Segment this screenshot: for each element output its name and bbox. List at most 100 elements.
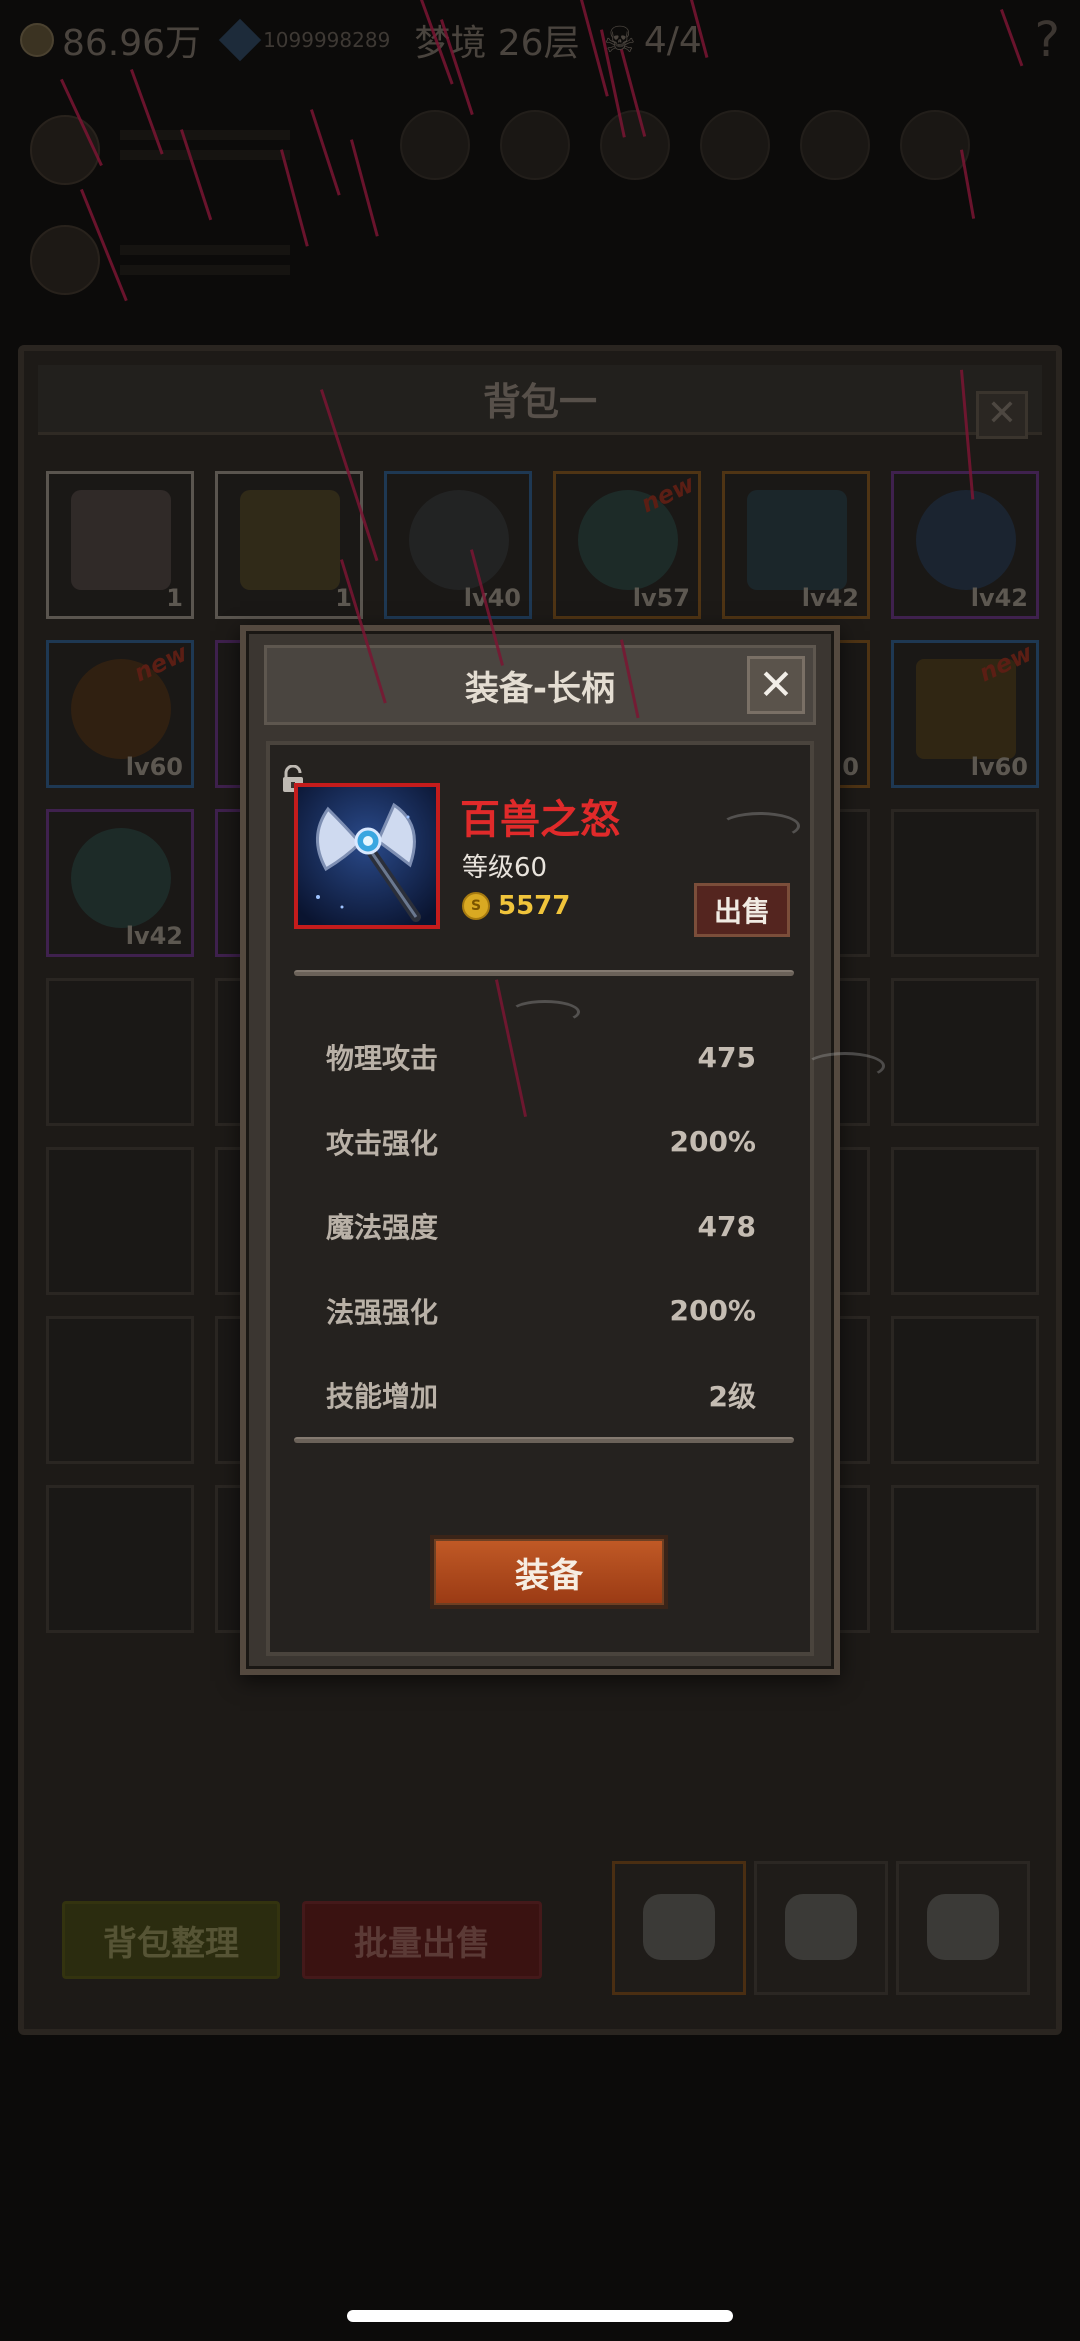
bulk-sell-button[interactable]: 批量出售 [302,1901,542,1979]
backpack-close-button[interactable]: ✕ [976,391,1028,439]
stat-row: 技能增加 2级 [326,1353,756,1438]
rain-streak [350,139,379,237]
item-name: 百兽之怒 [460,797,620,843]
beer-mug-icon [240,490,340,590]
hp-bar [120,130,290,140]
backpack-title: 背包一 [482,380,597,424]
skill-slot[interactable] [800,110,870,180]
stat-label: 法强强化 [326,1295,439,1329]
skill-slot[interactable] [700,110,770,180]
stat-row: 攻击强化 200% [326,1100,756,1185]
rain-streak [310,109,341,196]
stat-label: 魔法强度 [326,1211,439,1245]
stat-value: 200% [669,1125,756,1159]
skill-slot[interactable] [600,110,670,180]
inventory-slot[interactable] [46,1485,194,1633]
inventory-slot[interactable] [891,978,1039,1126]
inventory-slot[interactable] [891,809,1039,957]
top-status-bar: 86.96万 1099998289 梦境 26层 ☠ 4/4 ? [0,0,1080,80]
skill-slot[interactable] [500,110,570,180]
inventory-slot[interactable] [891,1485,1039,1633]
inventory-slot[interactable] [891,1316,1039,1464]
skill-bar [400,110,970,180]
skull-value: 4/4 [643,19,702,61]
stat-row: 物理攻击 475 [326,1015,756,1100]
helmet-icon [409,490,509,590]
companion-mp-bar [120,265,290,275]
rain-streak [130,68,164,155]
inventory-slot[interactable] [46,1147,194,1295]
hero-avatar[interactable] [30,115,100,185]
dialog-body: 百兽之怒 等级60 S 5577 出售 物理攻击 475 攻击强化 200% 魔法强度 4… [266,741,814,1656]
stat-row: 法强强化 200% [326,1269,756,1354]
inventory-slot[interactable]: lv40 [384,471,532,619]
slot-label: 1 [166,584,183,612]
price-value: 5577 [498,891,571,921]
inventory-slot[interactable]: new lv57 [553,471,701,619]
stat-value: 475 [697,1040,756,1074]
slot-label: 0 [842,753,859,781]
stat-label: 攻击强化 [326,1126,439,1160]
skill-slot[interactable] [900,110,970,180]
item-level: 等级60 [462,853,548,883]
backpack-tab-1[interactable] [612,1861,746,1995]
player-id-value: 1099998289 [263,28,391,52]
slot-label: lv42 [970,584,1028,612]
inventory-slot[interactable]: 1 [215,471,363,619]
inventory-slot[interactable] [46,1316,194,1464]
backpack-icon [785,1894,857,1960]
inventory-slot[interactable]: lv42 [722,471,870,619]
sell-button[interactable]: 出售 [694,883,790,937]
wind-swirl [720,812,800,840]
companion-avatar[interactable] [30,225,100,295]
sort-backpack-button[interactable]: 背包整理 [62,1901,280,1979]
inventory-slot[interactable]: lv42 [891,471,1039,619]
slot-label: lv40 [463,584,521,612]
help-button[interactable]: ? [1035,12,1060,68]
home-indicator[interactable] [347,2310,733,2322]
net-orb-icon [71,828,171,928]
stat-label: 技能增加 [326,1380,439,1414]
mp-bar [120,150,290,160]
stat-value: 478 [697,1209,756,1243]
stat-value: 2级 [708,1380,756,1414]
realm-level-value: 梦境 26层 [414,23,580,64]
battle-axe-icon [298,787,436,925]
companion-hp-bar [120,245,290,255]
gold-counter: 86.96万 [20,14,201,66]
backpack-tab-2[interactable] [754,1861,888,1995]
inventory-slot[interactable] [891,1147,1039,1295]
stats-list: 物理攻击 475 攻击强化 200% 魔法强度 478 法强强化 200% 技能增加 2级 [326,1015,756,1438]
slot-label: lv57 [632,584,690,612]
inventory-slot[interactable]: lv42 [46,809,194,957]
rain-streak [280,149,309,247]
inventory-slot[interactable] [46,978,194,1126]
slot-label: lv42 [801,584,859,612]
inventory-slot[interactable]: new lv60 [891,639,1039,788]
gold-coin-icon [20,23,54,57]
gem-icon [218,18,262,62]
skull-counter: ☠ 4/4 [604,20,702,61]
equipment-detail-dialog: 装备-长柄 ✕ 百兽之怒 等级60 S 5577 出售 物理攻击 475 攻击强… [240,625,840,1675]
player-id: 1099998289 [218,18,391,62]
sell-price: S 5577 [462,891,570,921]
backpack-header: 背包一 ✕ [38,365,1042,439]
realm-level: 梦境 26层 [414,14,579,66]
dialog-close-button[interactable]: ✕ [747,656,805,714]
divider [294,1437,794,1443]
backpack-icon [643,1894,715,1960]
game-screen: 86.96万 1099998289 梦境 26层 ☠ 4/4 ? 背包一 ✕ 1… [0,0,1080,2341]
equip-button[interactable]: 装备 [430,1535,668,1609]
coin-icon: S [462,892,490,920]
cake-icon [71,490,171,590]
slot-label: lv42 [125,922,183,950]
stat-label: 物理攻击 [326,1042,439,1076]
wind-swirl [510,1000,580,1024]
inventory-slot[interactable]: 1 [46,471,194,619]
inventory-slot[interactable]: new lv60 [46,639,194,788]
rain-streak [180,129,213,221]
staff-icon [747,490,847,590]
backpack-tab-3[interactable] [896,1861,1030,1995]
stat-value: 200% [669,1294,756,1328]
skill-slot[interactable] [400,110,470,180]
